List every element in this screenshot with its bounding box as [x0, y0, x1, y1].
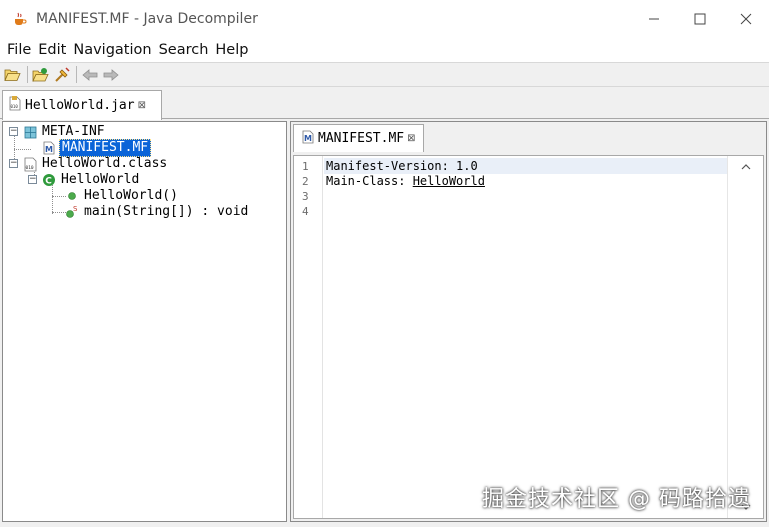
menu-bar: File Edit Navigation Search Help [0, 38, 769, 62]
collapse-icon[interactable]: − [28, 175, 37, 184]
tree-label: main(String[]) : void [84, 204, 249, 219]
minimize-icon[interactable] [631, 0, 677, 38]
tree-label: META-INF [42, 124, 105, 139]
watermark: 掘金技术社区 @ 码路拾遗 [482, 487, 751, 512]
java-cup-icon [12, 11, 28, 27]
tab-helloworld-jar[interactable]: 010 HelloWorld.jar ⊠ [2, 90, 162, 120]
toolbar-separator [76, 66, 77, 83]
tree-label: HelloWorld [61, 172, 140, 187]
toolbar [0, 62, 769, 87]
svg-text:010: 010 [25, 165, 33, 171]
svg-text:C: C [45, 177, 52, 187]
package-icon [22, 124, 38, 140]
class-file-icon: 010 [22, 156, 38, 172]
class-tree-panel: − META-INF M MANIFEST.MF − 010 HelloWorl… [2, 121, 287, 522]
open-file-icon[interactable] [3, 65, 22, 84]
close-icon[interactable] [723, 0, 769, 38]
tab-label: MANIFEST.MF [318, 131, 405, 146]
tree-node-main-method[interactable]: S main(String[]) : void [64, 204, 250, 220]
file-tab-bar: 010 HelloWorld.jar ⊠ [0, 87, 769, 120]
tree-node-helloworld[interactable]: − C HelloWorld [27, 172, 141, 188]
line-number: 3 [302, 190, 309, 203]
menu-edit[interactable]: Edit [35, 38, 69, 62]
manifest-file-icon: M [41, 140, 57, 156]
close-tab-icon[interactable]: ⊠ [407, 133, 415, 144]
line-number: 2 [302, 175, 309, 188]
tree-node-manifest[interactable]: M MANIFEST.MF [41, 139, 152, 157]
menu-search[interactable]: Search [156, 38, 212, 62]
tree-label: HelloWorld.class [42, 156, 168, 171]
svg-text:M: M [45, 145, 53, 154]
collapse-icon[interactable]: − [9, 127, 18, 136]
scroll-up-icon[interactable] [739, 160, 753, 174]
tree-label-selected: MANIFEST.MF [59, 139, 152, 157]
menu-help[interactable]: Help [212, 38, 251, 62]
search-icon[interactable] [52, 65, 71, 84]
menu-file[interactable]: File [4, 38, 34, 62]
code-text: Manifest-Version: 1.0 [326, 159, 478, 173]
code-editor[interactable]: 1 2 3 4 Manifest-Version: 1.0 Main-Class… [293, 155, 764, 519]
forward-icon[interactable] [101, 65, 120, 84]
vertical-scrollbar[interactable] [727, 156, 763, 518]
code-line: Manifest-Version: 1.0 [324, 158, 727, 174]
tree-node-constructor[interactable]: HelloWorld() [64, 188, 180, 204]
tab-manifest-mf[interactable]: M MANIFEST.MF ⊠ [293, 124, 424, 152]
static-method-icon: S [64, 204, 80, 220]
collapse-icon[interactable]: − [9, 159, 18, 168]
back-icon[interactable] [80, 65, 99, 84]
method-icon [64, 188, 80, 204]
maximize-icon[interactable] [677, 0, 723, 38]
code-text: Main-Class: [326, 174, 413, 188]
line-number: 4 [302, 205, 309, 218]
main-class-link[interactable]: HelloWorld [413, 174, 485, 188]
line-number-gutter: 1 2 3 4 [294, 156, 323, 518]
tree-connector [14, 149, 31, 150]
editor-panel: M MANIFEST.MF ⊠ 1 2 3 4 Manifest-Version… [290, 121, 767, 522]
window-title: MANIFEST.MF - Java Decompiler [36, 11, 258, 27]
tree-node-helloworld-class[interactable]: − 010 HelloWorld.class [8, 156, 169, 172]
class-icon: C [41, 172, 57, 188]
close-tab-icon[interactable]: ⊠ [138, 100, 146, 111]
svg-text:M: M [304, 134, 312, 143]
tree-label: HelloWorld() [84, 188, 178, 203]
open-type-icon[interactable] [31, 65, 50, 84]
svg-text:010: 010 [11, 104, 19, 109]
menu-navigation[interactable]: Navigation [70, 38, 154, 62]
tree-node-meta-inf[interactable]: − META-INF [8, 124, 107, 140]
title-bar: MANIFEST.MF - Java Decompiler [0, 0, 769, 38]
jar-file-icon: 010 [9, 96, 21, 115]
static-badge: S [73, 205, 78, 213]
tab-label: HelloWorld.jar [25, 98, 135, 113]
manifest-file-icon: M [302, 130, 314, 148]
code-line: Main-Class: HelloWorld [324, 173, 727, 189]
toolbar-separator [27, 66, 28, 83]
line-number: 1 [302, 160, 309, 173]
code-area[interactable]: Manifest-Version: 1.0 Main-Class: HelloW… [324, 156, 727, 518]
